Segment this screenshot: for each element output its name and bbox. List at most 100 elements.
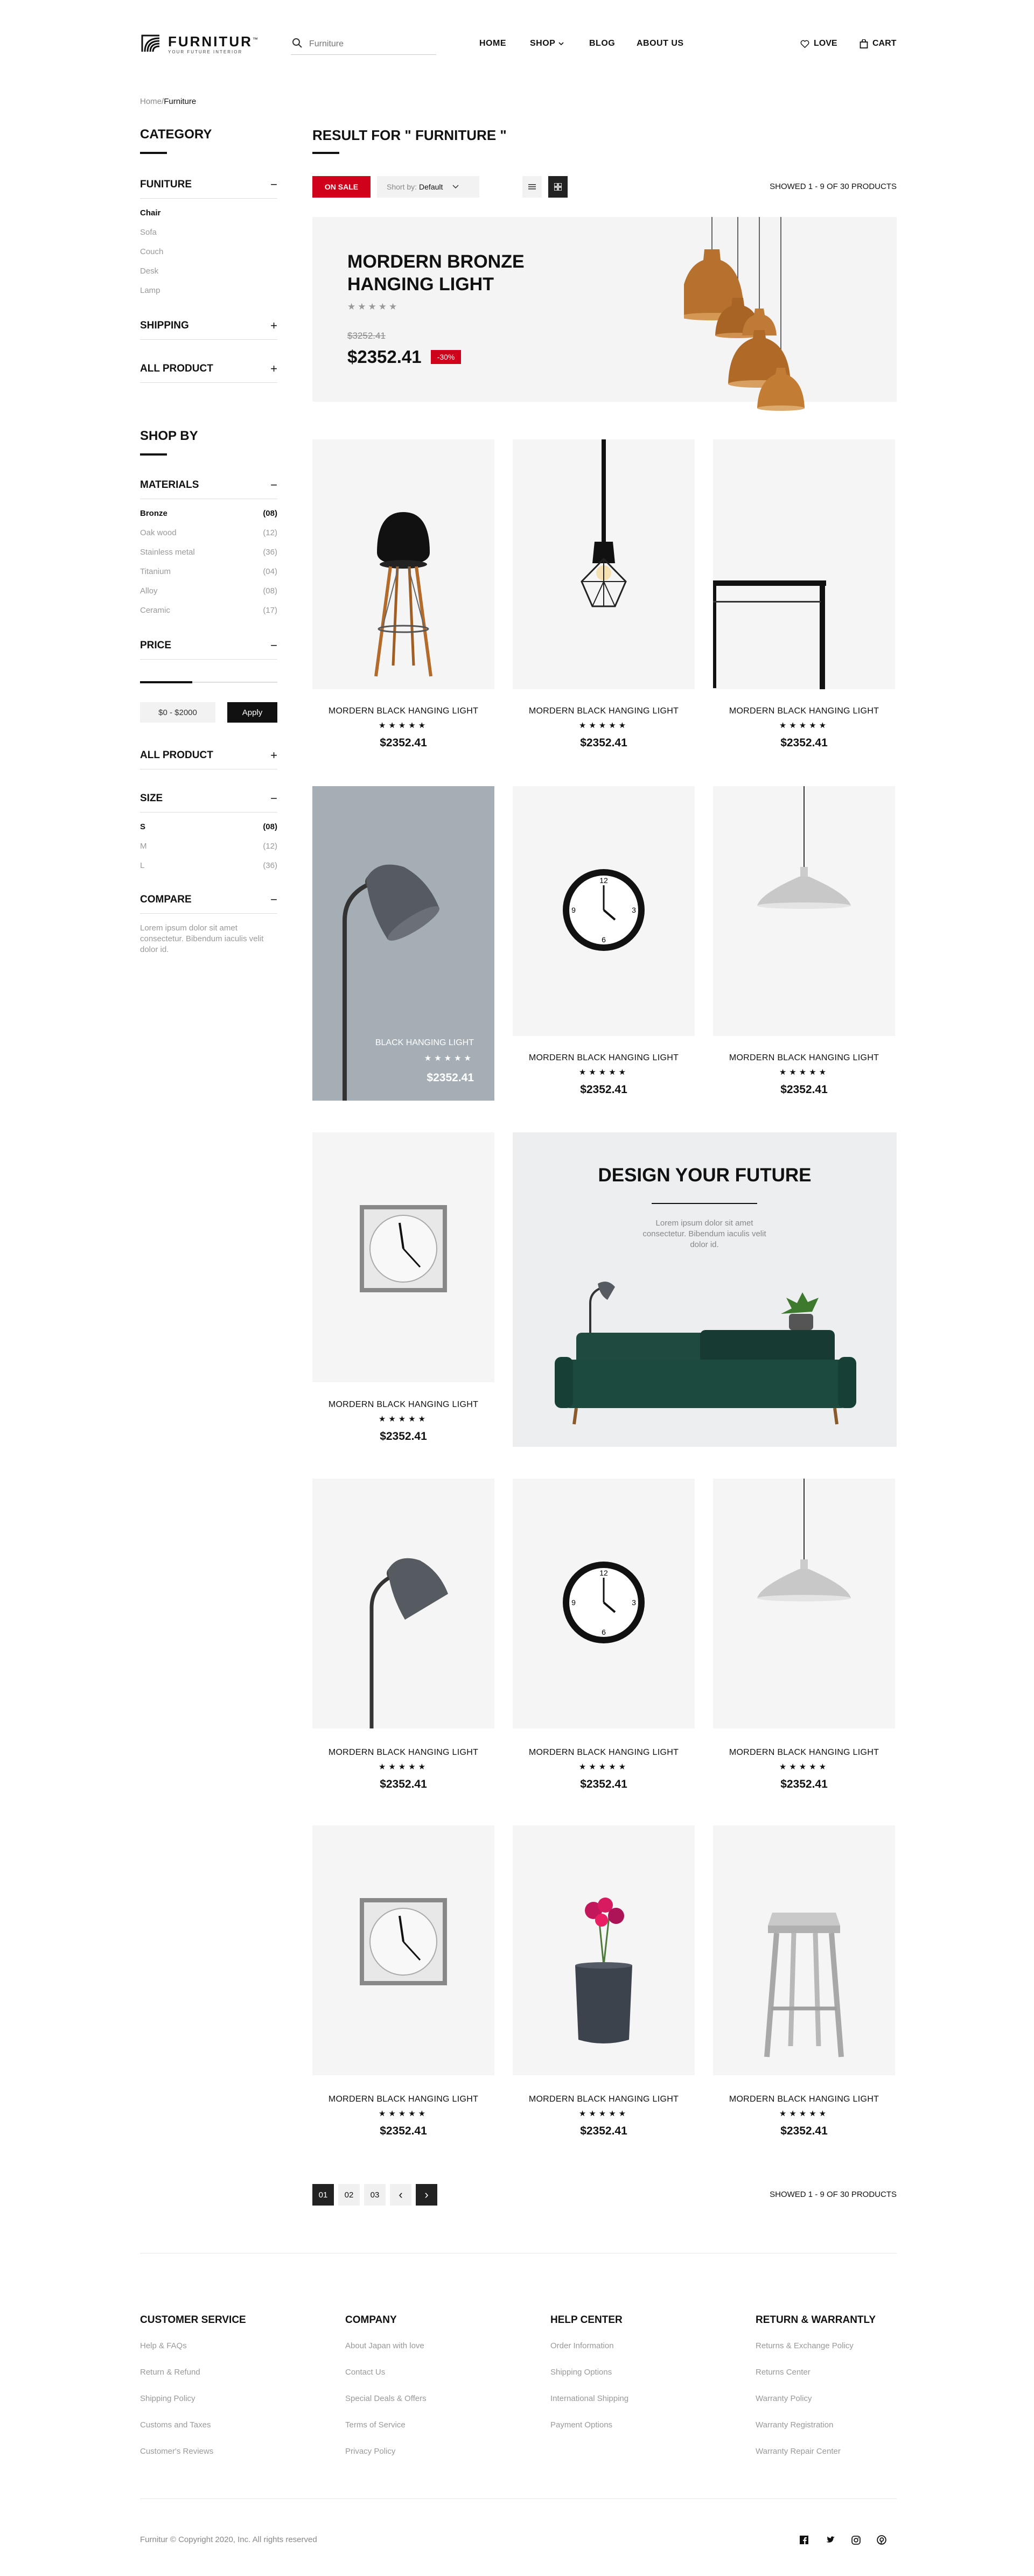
product-card-pendant[interactable] [713, 786, 895, 1036]
group-funiture[interactable]: FUNITURE − [140, 178, 277, 199]
footer-link[interactable]: Returns & Exchange Policy [756, 2341, 854, 2368]
search-input[interactable] [309, 37, 433, 52]
material-item[interactable]: Bronze (08) [140, 504, 277, 523]
product-card-stool[interactable] [713, 1825, 895, 2075]
footer-link[interactable]: Help & FAQs [140, 2341, 213, 2368]
category-item-lamp[interactable]: Lamp [140, 281, 277, 300]
expand-icon[interactable]: + [270, 748, 277, 762]
product-card-clock[interactable]: 12 3 6 9 [513, 1479, 695, 1728]
group-price[interactable]: PRICE − [140, 639, 277, 660]
product-name[interactable]: MORDERN BLACK HANGING LIGHT [713, 2095, 895, 2104]
product-name[interactable]: MORDERN BLACK HANGING LIGHT [713, 1053, 895, 1063]
expand-icon[interactable]: + [270, 362, 277, 376]
group-compare[interactable]: COMPARE − [140, 893, 277, 914]
product-card-desk[interactable] [713, 439, 895, 689]
sort-dropdown[interactable]: Short by: Default [377, 176, 479, 198]
brand-logo-icon[interactable] [140, 32, 162, 54]
product-card-chair[interactable] [312, 439, 494, 689]
page-button-3[interactable]: 03 [364, 2184, 386, 2206]
product-card-square-clock[interactable] [312, 1132, 494, 1382]
nav-about[interactable]: ABOUT US [637, 39, 684, 48]
promo-title[interactable]: MORDERN BRONZE HANGING LIGHT [347, 250, 541, 296]
footer-link[interactable]: Terms of Service [345, 2420, 427, 2447]
footer-link[interactable]: Customer's Reviews [140, 2447, 213, 2473]
footer-link[interactable]: Contact Us [345, 2368, 427, 2394]
group-size[interactable]: SIZE − [140, 792, 277, 813]
material-item[interactable]: Alloy (08) [140, 582, 277, 601]
collapse-icon[interactable]: − [270, 178, 277, 192]
product-name[interactable]: MORDERN BLACK HANGING LIGHT [513, 2095, 695, 2104]
category-item-chair[interactable]: Chair [140, 204, 277, 223]
twitter-icon[interactable] [824, 2534, 836, 2546]
group-shipping[interactable]: SHIPPING + [140, 319, 277, 340]
category-item-couch[interactable]: Couch [140, 242, 277, 262]
footer-link[interactable]: Shipping Policy [140, 2394, 213, 2420]
collapse-icon[interactable]: − [270, 893, 277, 907]
footer-link[interactable]: Warranty Policy [756, 2394, 854, 2420]
list-view-button[interactable] [522, 176, 542, 198]
collapse-icon[interactable]: − [270, 792, 277, 806]
product-name[interactable]: MORDERN BLACK HANGING LIGHT [713, 706, 895, 716]
group-materials[interactable]: MATERIALS − [140, 478, 277, 499]
product-card-floor-lamp[interactable] [312, 1479, 494, 1728]
product-name[interactable]: MORDERN BLACK HANGING LIGHT [513, 1748, 695, 1758]
product-name[interactable]: MORDERN BLACK HANGING LIGHT [513, 706, 695, 716]
next-page-button[interactable]: › [416, 2184, 437, 2206]
apply-button[interactable]: Apply [227, 702, 277, 723]
nav-home[interactable]: HOME [479, 39, 506, 48]
size-item[interactable]: L (36) [140, 856, 277, 876]
pinterest-icon[interactable] [876, 2534, 888, 2546]
price-slider-fill[interactable] [140, 681, 192, 683]
material-item[interactable]: Stainless metal (36) [140, 543, 277, 562]
page-button-2[interactable]: 02 [338, 2184, 360, 2206]
facebook-icon[interactable] [798, 2534, 810, 2546]
group-all-product-2[interactable]: ALL PRODUCT + [140, 748, 277, 769]
size-item[interactable]: S (08) [140, 817, 277, 837]
collapse-icon[interactable]: − [270, 639, 277, 653]
grid-view-button[interactable] [548, 176, 568, 198]
page-button-1[interactable]: 01 [312, 2184, 334, 2206]
category-item-desk[interactable]: Desk [140, 262, 277, 281]
material-item[interactable]: Titanium (04) [140, 562, 277, 582]
love-link[interactable]: LOVE [800, 39, 837, 48]
group-all-product[interactable]: ALL PRODUCT + [140, 362, 277, 383]
product-card-cage-lamp[interactable] [513, 439, 695, 689]
product-name[interactable]: MORDERN BLACK HANGING LIGHT [513, 1053, 695, 1063]
instagram-icon[interactable] [850, 2534, 862, 2546]
footer-link[interactable]: Order Information [550, 2341, 628, 2368]
footer-link[interactable]: Warranty Repair Center [756, 2447, 854, 2473]
nav-shop[interactable]: SHOP [530, 39, 564, 48]
featured-product-name[interactable]: BLACK HANGING LIGHT [312, 1038, 474, 1048]
material-item[interactable]: Ceramic (17) [140, 601, 277, 620]
product-card-clock[interactable]: 12 3 6 9 [513, 786, 695, 1036]
material-item[interactable]: Oak wood (12) [140, 523, 277, 543]
size-item[interactable]: M (12) [140, 837, 277, 856]
collapse-icon[interactable]: − [270, 478, 277, 492]
category-item-sofa[interactable]: Sofa [140, 223, 277, 242]
footer-link[interactable]: Return & Refund [140, 2368, 213, 2394]
product-card-pendant[interactable] [713, 1479, 895, 1728]
footer-link[interactable]: Returns Center [756, 2368, 854, 2394]
brand-name[interactable]: FURNITUR™ [168, 33, 260, 50]
product-name[interactable]: MORDERN BLACK HANGING LIGHT [312, 706, 494, 716]
product-name[interactable]: MORDERN BLACK HANGING LIGHT [713, 1748, 895, 1758]
expand-icon[interactable]: + [270, 319, 277, 333]
product-name[interactable]: MORDERN BLACK HANGING LIGHT [312, 2095, 494, 2104]
breadcrumb-home[interactable]: Home [140, 97, 162, 106]
product-card-square-clock[interactable] [312, 1825, 494, 2075]
footer-link[interactable]: Shipping Options [550, 2368, 628, 2394]
nav-blog[interactable]: BLOG [589, 39, 615, 48]
footer-link[interactable]: Warranty Registration [756, 2420, 854, 2447]
footer-link[interactable]: Payment Options [550, 2420, 628, 2447]
prev-page-button[interactable]: ‹ [390, 2184, 411, 2206]
on-sale-button[interactable]: ON SALE [312, 176, 371, 198]
footer-link[interactable]: International Shipping [550, 2394, 628, 2420]
footer-link[interactable]: Privacy Policy [345, 2447, 427, 2473]
search-box[interactable] [291, 34, 436, 55]
product-card-vase[interactable] [513, 1825, 695, 2075]
product-name[interactable]: MORDERN BLACK HANGING LIGHT [312, 1748, 494, 1758]
footer-link[interactable]: Special Deals & Offers [345, 2394, 427, 2420]
footer-link[interactable]: About Japan with love [345, 2341, 427, 2368]
product-name[interactable]: MORDERN BLACK HANGING LIGHT [312, 1400, 494, 1410]
cart-link[interactable]: CART [860, 39, 896, 48]
